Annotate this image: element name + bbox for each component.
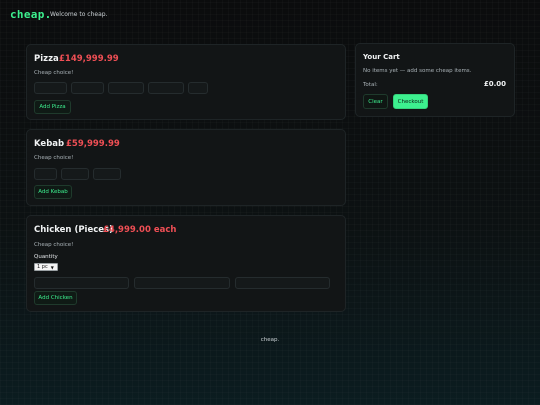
- quantity-value: 1 pc: [37, 264, 48, 270]
- product-name: Pizza: [34, 54, 59, 64]
- site-header: cheap. Welcome to cheap.: [0, 0, 540, 30]
- clear-cart-button[interactable]: Clear: [363, 94, 388, 109]
- brand-logo[interactable]: cheap.: [10, 8, 52, 21]
- product-name: Chicken (Pieces): [34, 225, 113, 235]
- product-description: Cheap choice!: [34, 70, 74, 76]
- option-chip[interactable]: [34, 82, 67, 94]
- product-price: £149,999.99: [59, 54, 119, 64]
- site-footer: cheap.: [260, 337, 280, 343]
- option-chip[interactable]: [61, 168, 89, 180]
- cart-empty-message: No items yet — add some cheap items.: [363, 68, 472, 74]
- option-chip[interactable]: [188, 82, 208, 94]
- product-price: £4,999.00 each: [103, 225, 177, 235]
- quantity-select[interactable]: 1 pc ▼: [34, 263, 58, 271]
- option-chip[interactable]: [71, 82, 104, 94]
- cart-total-value: £0.00: [483, 80, 506, 88]
- product-card-chicken: Chicken (Pieces) £4,999.00 each Cheap ch…: [26, 215, 346, 312]
- header-tagline: Welcome to cheap.: [50, 11, 108, 18]
- add-pizza-button[interactable]: Add Pizza: [34, 100, 71, 114]
- option-chip[interactable]: [235, 277, 330, 289]
- add-kebab-button[interactable]: Add Kebab: [34, 185, 72, 199]
- product-description: Cheap choice!: [34, 242, 74, 248]
- add-chicken-button[interactable]: Add Chicken: [34, 291, 77, 305]
- product-price: £59,999.99: [66, 139, 120, 149]
- option-chip[interactable]: [134, 277, 230, 289]
- quantity-label: Quantity: [34, 254, 58, 260]
- cart-panel: Your Cart No items yet — add some cheap …: [355, 43, 515, 117]
- cart-title: Your Cart: [363, 53, 400, 61]
- option-chip[interactable]: [34, 168, 57, 180]
- option-chip[interactable]: [93, 168, 121, 180]
- cart-total-label: Total:: [363, 82, 378, 88]
- product-description: Cheap choice!: [34, 155, 74, 161]
- option-chip[interactable]: [34, 277, 129, 289]
- product-card-kebab: Kebab £59,999.99 Cheap choice! Add Kebab: [26, 129, 346, 206]
- chevron-down-icon: ▼: [50, 264, 54, 270]
- option-chip[interactable]: [148, 82, 184, 94]
- product-card-pizza: Pizza £149,999.99 Cheap choice! Add Pizz…: [26, 44, 346, 120]
- checkout-button[interactable]: Checkout: [393, 94, 428, 109]
- option-chip[interactable]: [108, 82, 144, 94]
- product-name: Kebab: [34, 139, 65, 149]
